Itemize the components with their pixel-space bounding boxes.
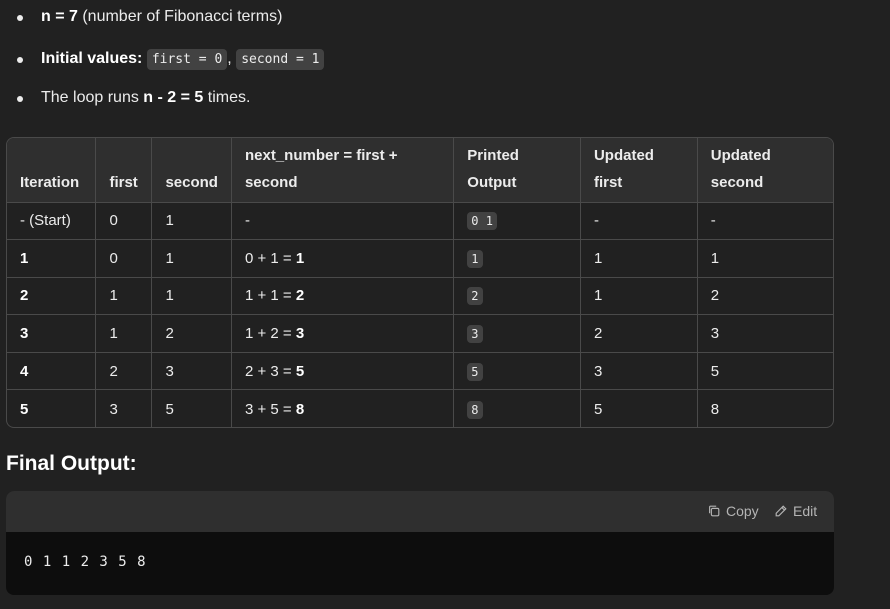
printed-code: 3 (467, 325, 483, 344)
cell-printed-output: 3 (453, 314, 581, 353)
code-block-header: Copy Edit (6, 491, 834, 532)
header-printed-output: Printed Output (453, 138, 581, 203)
header-updated-second: Updated second (697, 138, 833, 203)
next-result: 5 (295, 362, 305, 380)
separator: , (227, 50, 232, 67)
table-row: 4 2 3 2 + 3 = 5 5 3 5 (7, 352, 833, 391)
cell-second: 3 (151, 352, 232, 391)
cell-updated-first: 1 (580, 277, 698, 316)
printed-code: 1 (467, 249, 483, 268)
cell-first: 1 (95, 277, 153, 316)
initial-values-label: Initial values: (41, 50, 143, 67)
table-row: - (Start) 0 1 - 0 1 - - (7, 202, 833, 241)
iteration-table-wrapper: Iteration first second next_number = fir… (6, 137, 834, 428)
printed-code: 8 (467, 400, 483, 419)
table-row: 1 0 1 0 + 1 = 1 1 1 1 (7, 239, 833, 278)
copy-button[interactable]: Copy (707, 503, 759, 519)
cell-iteration: 1 (7, 239, 97, 278)
cell-second: 2 (151, 314, 232, 353)
cell-updated-first: 1 (580, 239, 698, 278)
next-expr: 1 + 1 = (244, 287, 296, 305)
next-expr: 1 + 2 = (244, 325, 296, 343)
final-output-heading: Final Output: (6, 452, 137, 475)
header-first: first (95, 138, 153, 203)
cell-iteration: 2 (7, 277, 97, 316)
next-result: 8 (295, 400, 305, 418)
cell-next-number: 2 + 3 = 5 (231, 352, 455, 391)
cell-updated-first: - (580, 202, 698, 241)
next-result: 2 (295, 287, 305, 305)
cell-updated-first: 3 (580, 352, 698, 391)
next-expr: 3 + 5 = (244, 400, 296, 418)
loop-text-pre: The loop runs (41, 89, 144, 106)
printed-code: 5 (467, 362, 483, 381)
next-result: 1 (295, 249, 305, 267)
cell-updated-first: 5 (580, 389, 698, 427)
table-row: 5 3 5 3 + 5 = 8 8 5 8 (7, 389, 833, 427)
cell-iteration: - (Start) (7, 202, 97, 241)
cell-first: 0 (95, 239, 153, 278)
cell-printed-output: 2 (453, 277, 581, 316)
next-result: 3 (295, 325, 305, 343)
table-row: 2 1 1 1 + 1 = 2 2 1 2 (7, 277, 833, 316)
copy-label: Copy (726, 503, 759, 519)
cell-next-number: 1 + 2 = 3 (231, 314, 455, 353)
cell-first: 2 (95, 352, 153, 391)
table-row: 3 1 2 1 + 2 = 3 3 2 3 (7, 314, 833, 353)
next-expr: 2 + 3 = (244, 362, 296, 380)
code-output: 0 1 1 2 3 5 8 (24, 554, 147, 570)
cell-second: 1 (151, 277, 232, 316)
table-header-row: Iteration first second next_number = fir… (7, 138, 833, 203)
edit-button[interactable]: Edit (774, 503, 817, 519)
cell-updated-second: - (697, 202, 833, 241)
n-description: (number of Fibonacci terms) (77, 8, 283, 25)
header-next-number: next_number = first + second (231, 138, 455, 203)
cell-printed-output: 0 1 (453, 202, 581, 241)
cell-updated-first: 2 (580, 314, 698, 353)
loop-text-post: times. (203, 89, 251, 106)
code-block: Copy Edit 0 1 1 2 3 5 8 (6, 491, 834, 595)
cell-updated-second: 8 (710, 400, 720, 418)
cell-next-number: 3 + 5 = 8 (231, 389, 455, 427)
printed-code: 2 (467, 287, 483, 306)
cell-updated-second: 2 (697, 277, 833, 316)
cell-second: 1 (151, 202, 232, 241)
inline-code-second: second = 1 (236, 49, 325, 70)
cell-second: 5 (151, 389, 232, 427)
inline-code-first: first = 0 (146, 49, 228, 70)
copy-icon (709, 505, 720, 517)
next-expr: - (244, 212, 250, 230)
n-label: n = 7 (41, 8, 78, 25)
loop-count: n - 2 = 5 (143, 89, 204, 106)
cell-updated-second: 1 (697, 239, 833, 278)
cell-next-number: 0 + 1 = 1 (231, 239, 455, 278)
cell-updated-second: 5 (697, 352, 833, 391)
iteration-table: Iteration first second next_number = fir… (7, 138, 833, 427)
cell-printed-output: 5 (453, 352, 581, 391)
header-updated-first: Updated first (580, 138, 698, 203)
next-expr: 0 + 1 = (244, 249, 296, 267)
cell-first: 0 (95, 202, 153, 241)
cell-iteration: 4 (7, 352, 97, 391)
cell-second: 1 (151, 239, 232, 278)
cell-first: 1 (95, 314, 153, 353)
cell-printed-output: 8 (453, 389, 581, 427)
cell-first: 3 (95, 389, 153, 427)
cell-iteration: 3 (7, 314, 97, 353)
cell-next-number: 1 + 1 = 2 (231, 277, 455, 316)
printed-code: 0 1 (467, 212, 497, 231)
cell-next-number: - (231, 202, 455, 241)
cell-updated-second: 3 (697, 314, 833, 353)
edit-label: Edit (793, 503, 818, 519)
pencil-icon (775, 505, 787, 517)
cell-printed-output: 1 (453, 239, 581, 278)
header-iteration: Iteration (7, 138, 97, 203)
cell-iteration: 5 (7, 389, 97, 427)
header-second: second (151, 138, 232, 203)
